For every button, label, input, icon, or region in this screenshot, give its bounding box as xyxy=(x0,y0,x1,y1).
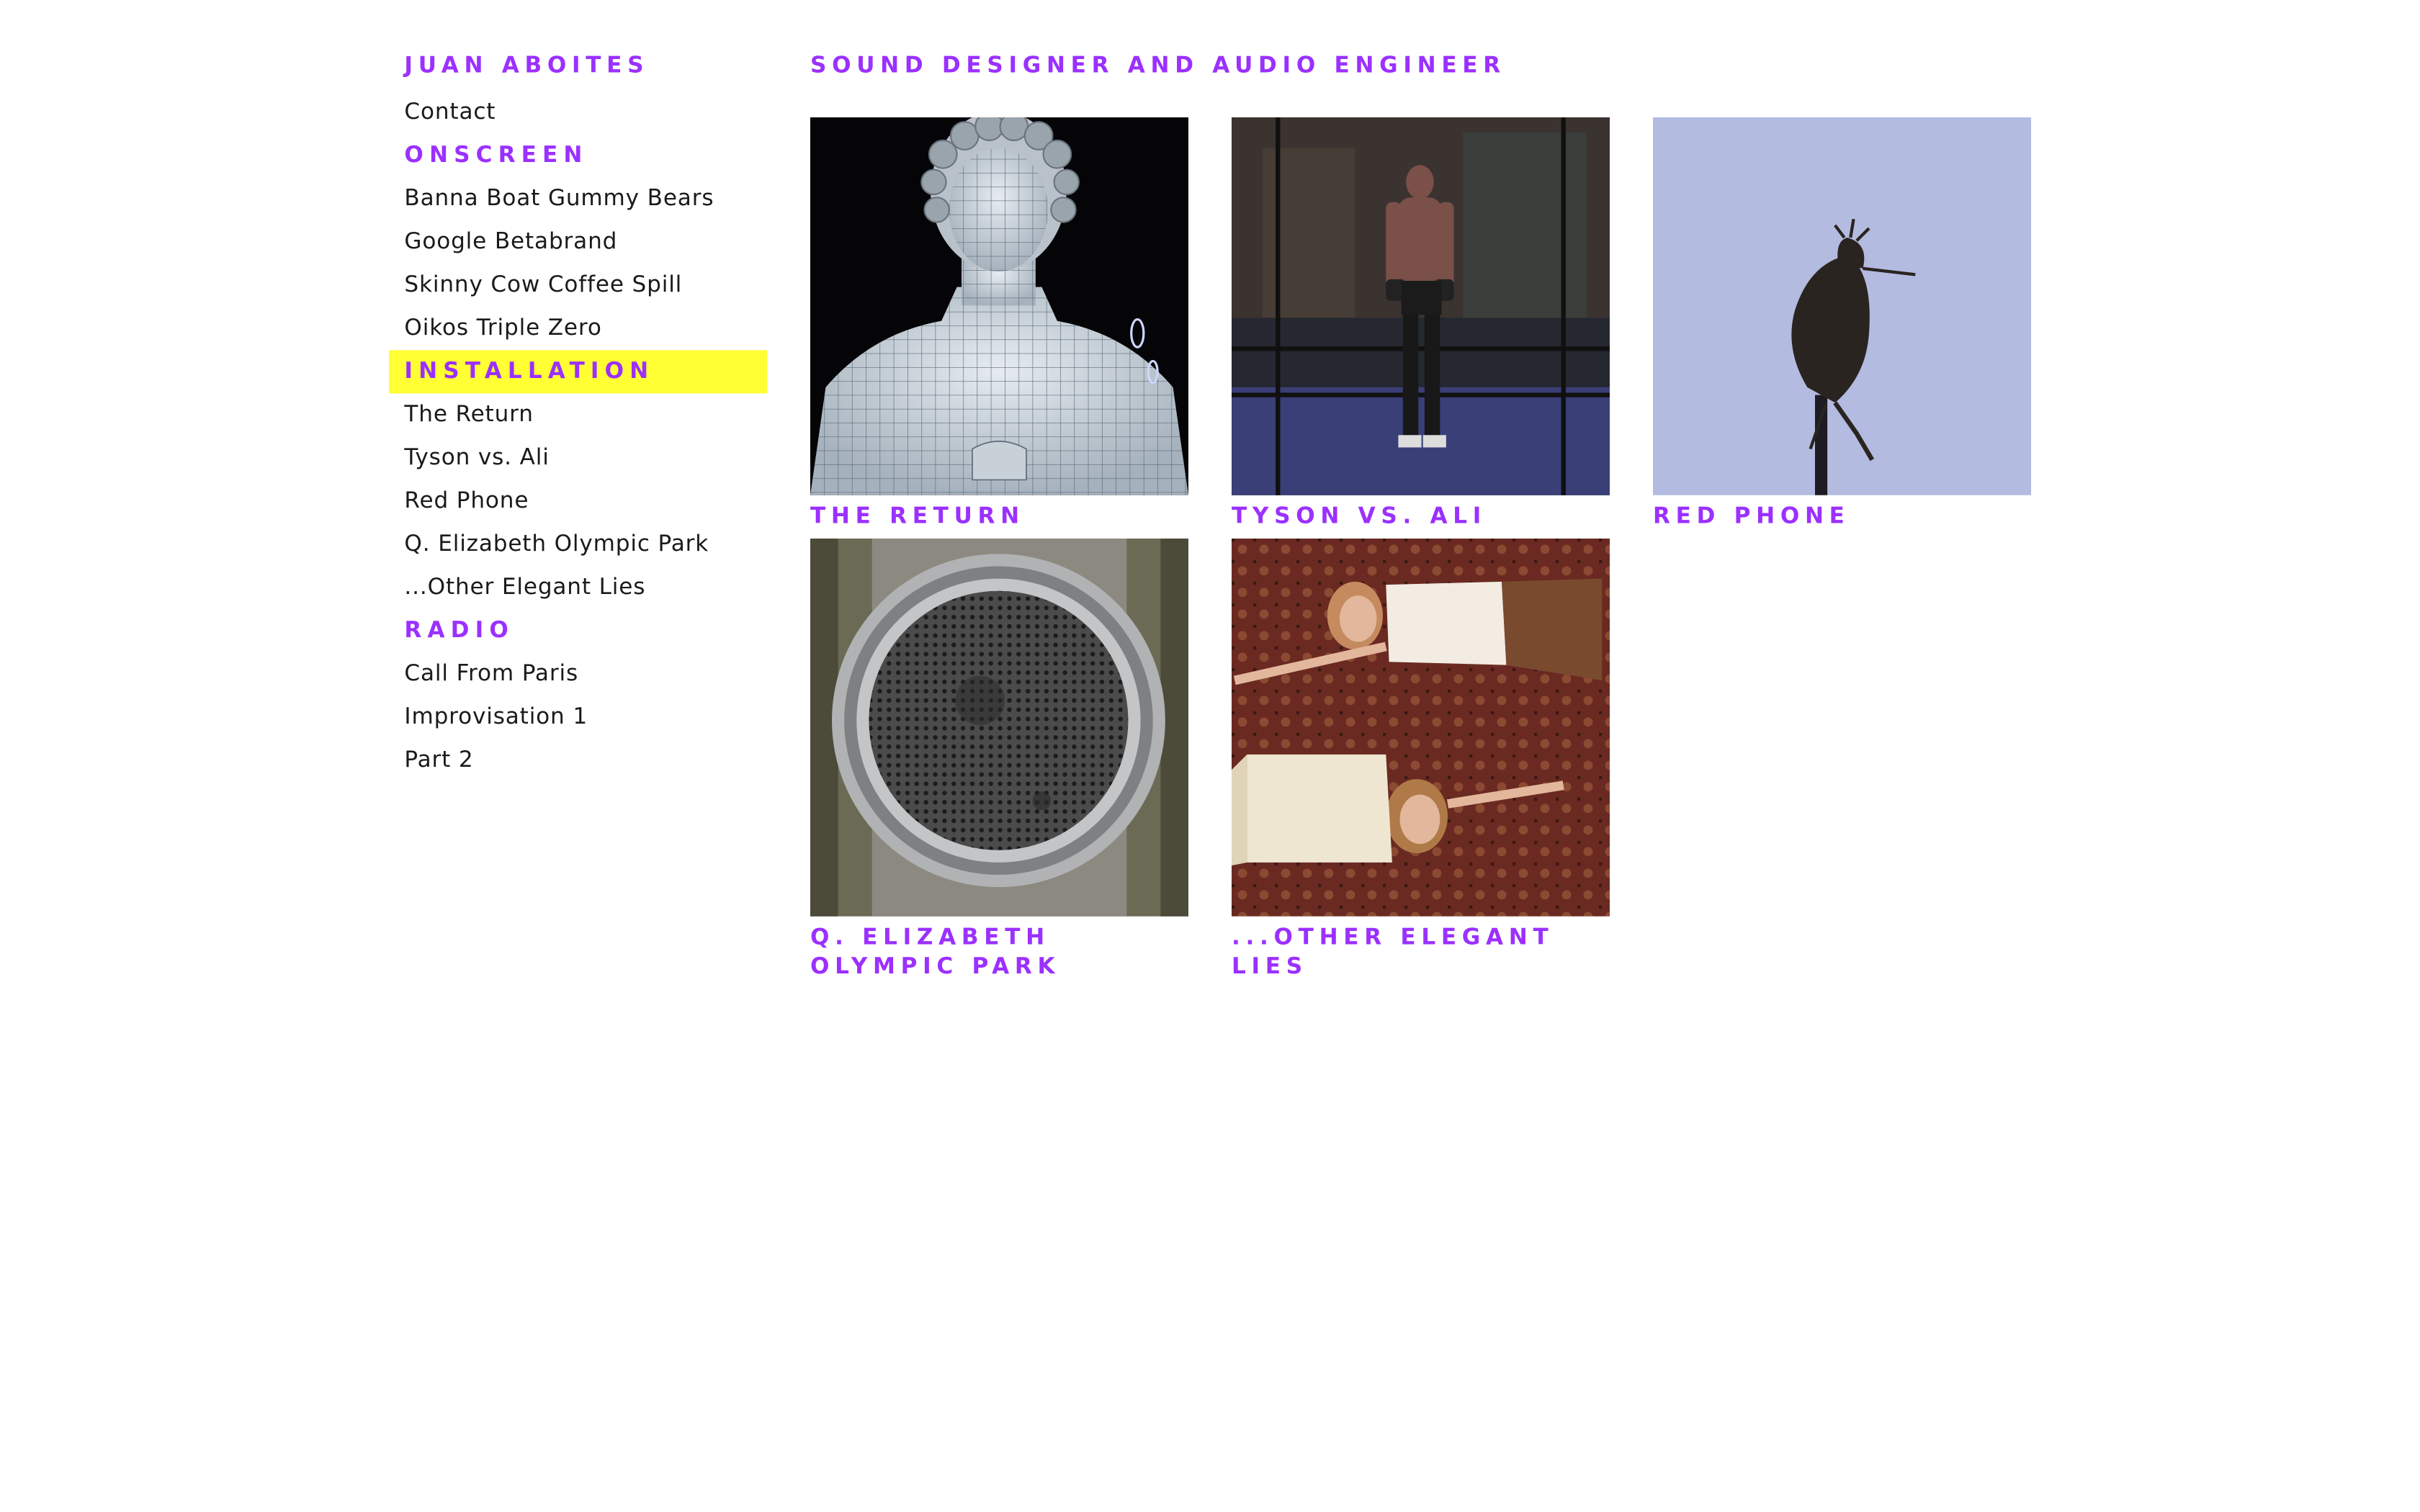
gallery-card-red-phone[interactable]: RED PHONE xyxy=(1653,117,2031,532)
wireframe-statue-image xyxy=(810,117,1188,495)
sidebar-item-other-elegant-lies[interactable]: ...Other Elegant Lies xyxy=(389,566,767,609)
sidebar-item-call-from-paris[interactable]: Call From Paris xyxy=(389,652,767,696)
sidebar-item-part-2[interactable]: Part 2 xyxy=(389,739,767,782)
sidebar-nav: JUAN ABOITES Contact ONSCREEN Banna Boat… xyxy=(389,48,767,782)
gallery-card-title: Q. ELIZABETH OLYMPIC PARK xyxy=(810,925,1061,980)
two-women-on-rug-image xyxy=(1232,538,1610,917)
sidebar-item-improvisation-1[interactable]: Improvisation 1 xyxy=(389,696,767,739)
sidebar-section-radio[interactable]: RADIO xyxy=(389,609,767,652)
metal-speaker-grille-image xyxy=(810,538,1188,917)
sidebar-item-q-elizabeth[interactable]: Q. Elizabeth Olympic Park xyxy=(389,523,767,566)
sidebar-section-onscreen[interactable]: ONSCREEN xyxy=(389,134,767,177)
gallery-card-title: THE RETURN xyxy=(810,504,1025,529)
sidebar-item-skinny-cow[interactable]: Skinny Cow Coffee Spill xyxy=(389,264,767,307)
sidebar-item-the-return[interactable]: The Return xyxy=(389,393,767,436)
sidebar-item-oikos[interactable]: Oikos Triple Zero xyxy=(389,307,767,350)
sidebar-section-installation[interactable]: INSTALLATION xyxy=(389,350,767,394)
boxer-in-ring-image xyxy=(1232,117,1610,495)
sidebar-item-banna-boat[interactable]: Banna Boat Gummy Bears xyxy=(389,177,767,220)
sidebar-item-red-phone[interactable]: Red Phone xyxy=(389,480,767,523)
bird-on-post-image xyxy=(1653,117,2031,495)
sidebar-item-tyson-vs-ali[interactable]: Tyson vs. Ali xyxy=(389,436,767,480)
site-title-link[interactable]: JUAN ABOITES xyxy=(389,48,767,84)
page-tagline: SOUND DESIGNER AND AUDIO ENGINEER xyxy=(810,54,1506,79)
sidebar-item-google-betabrand[interactable]: Google Betabrand xyxy=(389,220,767,264)
gallery-card-title: TYSON VS. ALI xyxy=(1232,504,1487,529)
gallery-card-other-elegant-lies[interactable]: ...OTHER ELEGANT LIES xyxy=(1232,538,1610,983)
gallery-card-q-elizabeth[interactable]: Q. ELIZABETH OLYMPIC PARK xyxy=(810,538,1188,983)
gallery-card-title: ...OTHER ELEGANT LIES xyxy=(1232,925,1554,980)
gallery-card-title: RED PHONE xyxy=(1653,504,1850,529)
gallery-card-tyson-vs-ali[interactable]: TYSON VS. ALI xyxy=(1232,117,1610,532)
page: JUAN ABOITES Contact ONSCREEN Banna Boat… xyxy=(0,0,2420,1512)
sidebar-item-contact[interactable]: Contact xyxy=(389,91,767,134)
gallery-card-the-return[interactable]: THE RETURN xyxy=(810,117,1188,532)
main-content: SOUND DESIGNER AND AUDIO ENGINEER THE RE… xyxy=(810,48,2076,980)
